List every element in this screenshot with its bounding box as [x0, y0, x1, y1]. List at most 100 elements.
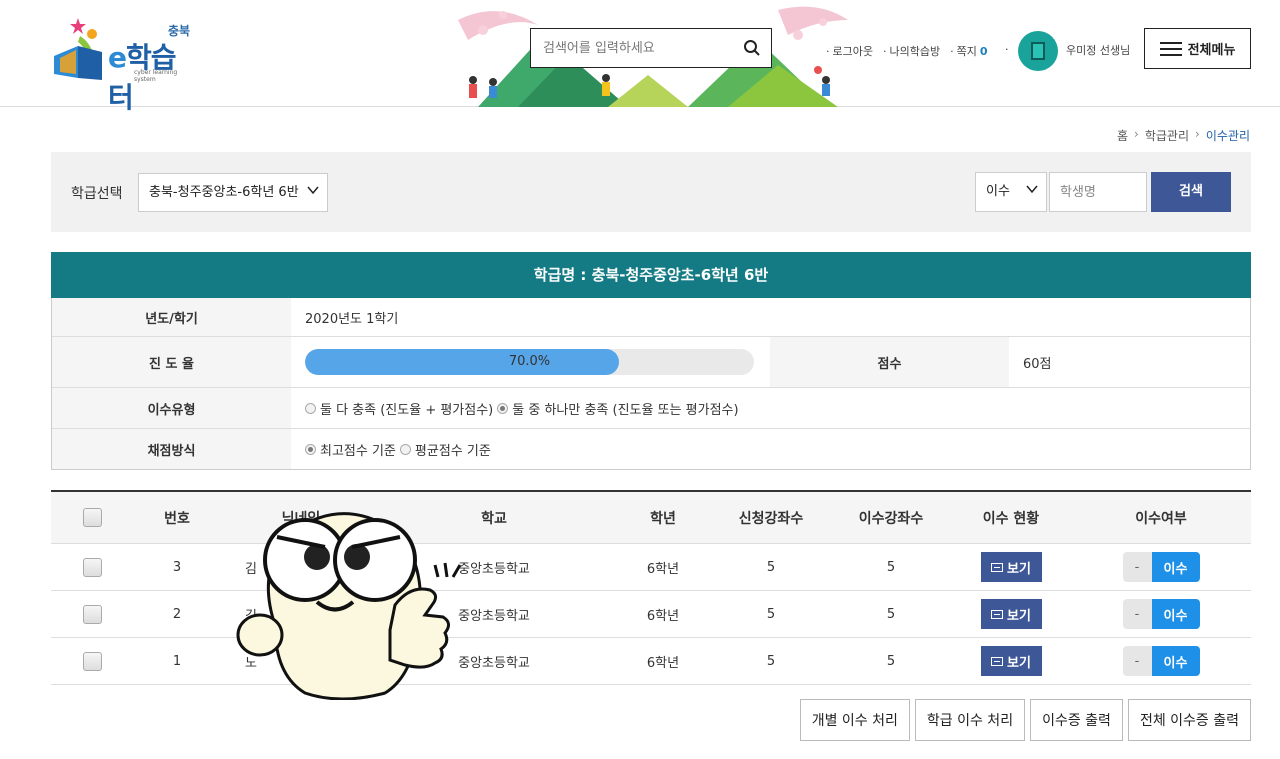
row-select-cell	[71, 638, 113, 684]
progress-bar: 70.0%	[305, 349, 754, 375]
breadcrumb-class-manage[interactable]: 학급관리	[1145, 127, 1189, 144]
toggle-off[interactable]: -	[1122, 552, 1152, 582]
select-all-cell	[71, 492, 113, 543]
info-row-progress: 진 도 율 70.0% 점수 60점	[52, 337, 1250, 388]
mascot-thumbs-up-illustration	[236, 512, 462, 700]
class-select[interactable]: 충북-청주중앙초-6학년 6반	[138, 173, 328, 212]
filter-bar: 학급선택 충북-청주중앙초-6학년 6반 이수 검색	[51, 152, 1251, 232]
view-status-button[interactable]: 보기	[980, 552, 1042, 582]
row-status-cell: 보기	[961, 591, 1061, 637]
logout-link[interactable]: 로그아웃	[826, 43, 873, 59]
breadcrumb-home[interactable]: 홈	[1117, 127, 1128, 144]
print-certificate-button[interactable]: 이수증 출력	[1030, 699, 1123, 741]
view-status-button[interactable]: 보기	[980, 646, 1042, 676]
row-no: 2	[172, 606, 182, 622]
list-icon	[991, 609, 1004, 619]
list-icon	[991, 562, 1004, 572]
score-value: 60점	[1023, 356, 1052, 372]
row-grade: 6학년	[646, 561, 680, 577]
col-no: 번호	[164, 510, 190, 527]
grading-option-max: 최고점수 기준	[320, 443, 396, 459]
student-name-input[interactable]	[1050, 173, 1146, 211]
search-button[interactable]: 검색	[1151, 172, 1231, 212]
site-header: 충북 e학습터 cyber learning system 로그아웃 나의학습방…	[0, 0, 1280, 114]
toggle-on[interactable]: 이수	[1151, 552, 1200, 582]
toggle-off[interactable]: -	[1122, 599, 1152, 629]
info-row-grading: 채점방식 최고점수 기준 평균점수 기준	[52, 429, 1250, 469]
print-all-certificates-button[interactable]: 전체 이수증 출력	[1127, 699, 1251, 741]
user-name: 우미정 선생님	[1066, 44, 1131, 57]
row-select-cell	[71, 591, 113, 637]
full-menu-button[interactable]: 전체메뉴	[1144, 28, 1251, 69]
hamburger-icon	[1159, 41, 1182, 56]
col-completed: 이수강좌수	[858, 510, 924, 527]
grading-radio-max[interactable]	[305, 443, 316, 455]
grading-options: 최고점수 기준 평균점수 기준	[291, 429, 495, 469]
class-info-title: 학급명 : 충북-청주중앙초-6학년 6반	[51, 252, 1251, 298]
completion-toggle[interactable]: - 이수	[1122, 599, 1200, 629]
completion-type-value: 이수	[986, 184, 1010, 199]
info-row-year: 년도/학기 2020년도 1학기	[52, 298, 1250, 337]
grading-radio-avg[interactable]	[399, 443, 411, 455]
completion-type-option-both: 둘 다 충족 (진도율 + 평가점수)	[320, 402, 494, 418]
top-links: 로그아웃 나의학습방 쪽지0	[826, 43, 988, 59]
year-value: 2020년도 1학기	[305, 311, 399, 327]
logo-subtitle: cyber learning system	[134, 69, 178, 83]
message-count: 0	[979, 45, 988, 58]
toggle-off[interactable]: -	[1122, 646, 1152, 676]
row-status-cell: 보기	[961, 638, 1061, 684]
info-row-completion-type: 이수유형 둘 다 충족 (진도율 + 평가점수) 둘 중 하나만 충족 (진도율…	[52, 388, 1250, 429]
grading-label: 채점방식	[52, 429, 291, 469]
progress-cell: 70.0%	[291, 337, 770, 387]
row-grade: 6학년	[646, 608, 680, 624]
site-logo[interactable]: 충북 e학습터 cyber learning system	[50, 16, 200, 114]
row-applied: 5	[766, 606, 776, 622]
breadcrumb: 홈 › 학급관리 › 이수관리	[1117, 127, 1250, 144]
completion-type-options: 둘 다 충족 (진도율 + 평가점수) 둘 중 하나만 충족 (진도율 또는 평…	[291, 388, 743, 428]
completion-toggle[interactable]: - 이수	[1122, 646, 1200, 676]
class-complete-button[interactable]: 학급 이수 처리	[914, 699, 1026, 741]
chevron-right-icon: ›	[1195, 127, 1200, 141]
row-done-cell: - 이수	[1111, 544, 1211, 590]
row-completed: 5	[886, 559, 896, 575]
student-list: 번호 닉네임 학교 학년 신청강좌수 이수강좌수 이수 현황 이수여부 3 김 …	[51, 490, 1251, 685]
row-checkbox[interactable]	[82, 557, 102, 577]
avatar[interactable]	[1018, 31, 1058, 71]
full-menu-label: 전체메뉴	[1187, 43, 1236, 58]
my-room-link[interactable]: 나의학습방	[883, 43, 940, 59]
score-label: 점수	[770, 337, 1009, 387]
class-select-label: 학급선택	[71, 186, 123, 202]
row-completed: 5	[886, 653, 896, 669]
individual-complete-button[interactable]: 개별 이수 처리	[799, 699, 910, 741]
toggle-on[interactable]: 이수	[1151, 646, 1200, 676]
year-label: 년도/학기	[52, 298, 291, 336]
separator-dot: ·	[1005, 43, 1009, 56]
table-row: 1 노 중앙초등학교 6학년 5 5 보기 - 이수	[51, 638, 1251, 685]
view-status-button[interactable]: 보기	[980, 599, 1042, 629]
col-status: 이수 현황	[982, 510, 1040, 527]
site-search-input[interactable]	[531, 29, 736, 67]
table-row: 3 김 중앙초등학교 6학년 5 5 보기 - 이수	[51, 544, 1251, 591]
completion-type-select[interactable]: 이수	[975, 172, 1047, 212]
completion-toggle[interactable]: - 이수	[1122, 552, 1200, 582]
logo-figure-icon	[54, 18, 102, 80]
row-done-cell: - 이수	[1111, 591, 1211, 637]
row-checkbox[interactable]	[82, 604, 102, 624]
col-applied: 신청강좌수	[738, 510, 804, 527]
message-link[interactable]: 쪽지0	[950, 43, 988, 59]
select-all-checkbox[interactable]	[82, 508, 102, 527]
row-checkbox[interactable]	[82, 651, 102, 671]
list-icon	[991, 656, 1004, 666]
chevron-down-icon	[307, 186, 319, 195]
table-row: 2 김 중앙초등학교 6학년 5 5 보기 -이수	[51, 591, 1251, 638]
search-icon[interactable]	[743, 39, 761, 57]
completion-type-radio-either[interactable]	[497, 402, 509, 414]
class-select-value: 충북-청주중앙초-6학년 6반	[149, 185, 299, 200]
toggle-on[interactable]: 이수	[1151, 599, 1200, 629]
progress-label: 진 도 율	[52, 337, 291, 387]
completion-type-radio-both[interactable]	[305, 402, 316, 414]
action-buttons: 개별 이수 처리 학급 이수 처리 이수증 출력 전체 이수증 출력	[799, 699, 1251, 741]
progress-text: 70.0%	[508, 354, 551, 369]
col-done: 이수여부	[1135, 510, 1187, 527]
row-applied: 5	[766, 559, 776, 575]
